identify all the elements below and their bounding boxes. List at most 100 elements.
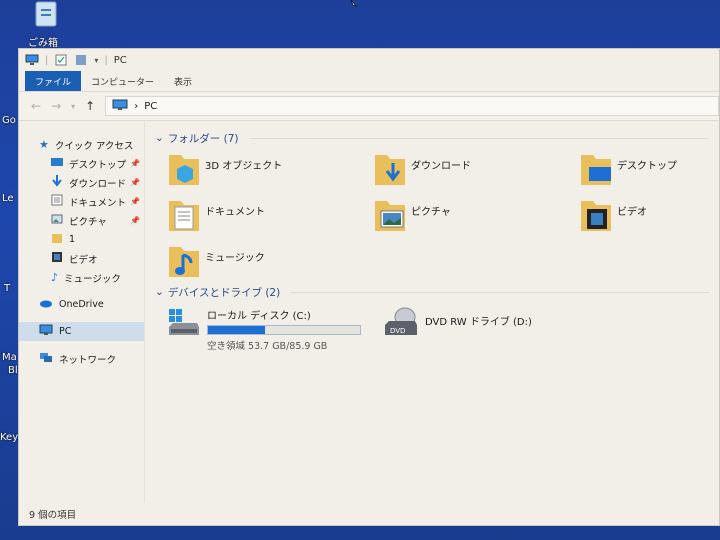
folders-grid: 3D オブジェクト ダウンロード デスクトップ ドキュメント ピクチャ ビデオ … bbox=[167, 151, 719, 281]
sidebar-item-label: クイック アクセス bbox=[54, 140, 134, 152]
folder-label: ドキュメント bbox=[205, 207, 265, 218]
folders-section-header[interactable]: ⌄ フォルダー (7) bbox=[155, 129, 719, 147]
tab-view[interactable]: 表示 bbox=[164, 71, 202, 91]
drives-grid: ローカル ディスク (C:) 空き領域 53.7 GB/85.9 GB DVD … bbox=[167, 307, 719, 352]
recent-locations-icon[interactable]: ▾ bbox=[71, 102, 75, 111]
pc-icon bbox=[112, 99, 128, 114]
sidebar-item-label: OneDrive bbox=[59, 299, 104, 310]
star-icon: ★ bbox=[39, 138, 49, 151]
pin-icon[interactable]: 📌 bbox=[130, 159, 140, 168]
chevron-down-icon: ⌄ bbox=[155, 132, 164, 144]
sidebar-item-onedrive[interactable]: OneDrive bbox=[19, 295, 144, 314]
up-arrow-icon[interactable]: ↑ bbox=[85, 99, 95, 113]
sidebar-item-label: 1 bbox=[69, 234, 76, 245]
folder-label: ビデオ bbox=[617, 207, 647, 218]
item-count: 9 個の項目 bbox=[29, 510, 77, 521]
sidebar-item-quick-access[interactable]: ★ クイック アクセス bbox=[19, 135, 144, 154]
navigation-pane: ★ クイック アクセス デスクトップ 📌 ダウンロード 📌 ドキュメント 📌 ピ… bbox=[19, 121, 145, 503]
drive-usage-bar bbox=[207, 325, 361, 335]
sidebar-item-label: ネットワーク bbox=[59, 354, 117, 366]
customize-quick-access-icon[interactable]: ▾ bbox=[94, 56, 98, 65]
folder-label: ピクチャ bbox=[411, 207, 451, 218]
sidebar-item-label: デスクトップ bbox=[69, 159, 127, 171]
back-arrow-icon[interactable]: ← bbox=[31, 99, 41, 113]
sidebar-item-network[interactable]: ネットワーク bbox=[19, 349, 144, 368]
folder-label: ミュージック bbox=[205, 253, 265, 264]
sidebar-item-label: ダウンロード bbox=[69, 178, 127, 190]
address-path[interactable]: › PC bbox=[105, 96, 719, 116]
dvd-drive-icon: DVD bbox=[383, 307, 419, 340]
sidebar-item-label: ピクチャ bbox=[69, 216, 107, 228]
section-title: フォルダー (7) bbox=[167, 132, 239, 145]
folder-3d-objects[interactable]: 3D オブジェクト bbox=[167, 151, 373, 189]
sidebar-item-music[interactable]: ♪ ミュージック bbox=[19, 268, 144, 287]
folder-videos[interactable]: ビデオ bbox=[579, 197, 719, 235]
desktop-label-fragment: T bbox=[4, 283, 11, 294]
recycle-bin-icon[interactable] bbox=[30, 0, 62, 30]
path-separator[interactable]: › bbox=[134, 101, 138, 112]
folder-icon bbox=[51, 232, 63, 247]
section-title: デバイスとドライブ (2) bbox=[167, 286, 281, 299]
separator: | bbox=[45, 54, 49, 66]
sidebar-item-label: PC bbox=[59, 326, 72, 337]
content-pane: ⌄ フォルダー (7) 3D オブジェクト ダウンロード デスクトップ ドキュメ… bbox=[145, 121, 719, 503]
folder-label: 3D オブジェクト bbox=[205, 161, 283, 172]
folder-label: デスクトップ bbox=[617, 161, 677, 172]
desktop-icon bbox=[51, 157, 63, 170]
sidebar-item-label: ミュージック bbox=[64, 273, 121, 285]
tab-file[interactable]: ファイル bbox=[25, 71, 82, 91]
tab-computer[interactable]: コンピューター bbox=[81, 71, 164, 91]
window-title: PC bbox=[113, 54, 127, 66]
videos-icon bbox=[51, 251, 63, 266]
explorer-window: | ▾ | PC ファイル コンピューター 表示 ← → ▾ ↑ › PC ★ bbox=[18, 48, 720, 526]
desktop-label-fragment: Ma bbox=[2, 352, 17, 363]
music-icon: ♪ bbox=[51, 271, 59, 284]
sidebar-item-downloads[interactable]: ダウンロード 📌 bbox=[19, 173, 144, 192]
drive-name: DVD RW ドライブ (D:) bbox=[425, 317, 532, 328]
folder-pictures[interactable]: ピクチャ bbox=[373, 197, 579, 235]
sidebar-item-label: ビデオ bbox=[69, 254, 98, 266]
drive-name: ローカル ディスク (C:) bbox=[207, 311, 311, 322]
windows-drive-icon bbox=[167, 307, 201, 340]
folder-label: ダウンロード bbox=[411, 161, 471, 172]
sidebar-item-documents[interactable]: ドキュメント 📌 bbox=[19, 192, 144, 211]
drive-dvd-d[interactable]: DVD DVD RW ドライブ (D:) bbox=[383, 307, 532, 352]
desktop-label-fragment: Bl bbox=[8, 365, 18, 376]
folder-downloads[interactable]: ダウンロード bbox=[373, 151, 579, 189]
music-folder-icon bbox=[167, 243, 201, 282]
drive-local-c[interactable]: ローカル ディスク (C:) 空き領域 53.7 GB/85.9 GB bbox=[167, 307, 361, 352]
folder-desktop[interactable]: デスクトップ bbox=[579, 151, 719, 189]
pin-icon[interactable]: 📌 bbox=[130, 178, 140, 187]
path-segment[interactable]: PC bbox=[144, 101, 157, 112]
folder-documents[interactable]: ドキュメント bbox=[167, 197, 373, 235]
desktop-folder-icon bbox=[579, 151, 613, 190]
download-icon bbox=[51, 175, 63, 190]
sidebar-item-videos[interactable]: ビデオ bbox=[19, 249, 144, 268]
svg-text:DVD: DVD bbox=[390, 327, 405, 335]
recycle-bin-label: ごみ箱 bbox=[28, 38, 58, 49]
sidebar-item-pictures[interactable]: ピクチャ 📌 bbox=[19, 211, 144, 230]
folder-music[interactable]: ミュージック bbox=[167, 243, 373, 281]
ribbon-tabs: ファイル コンピューター 表示 bbox=[19, 71, 719, 91]
pc-icon bbox=[39, 324, 53, 339]
pc-icon bbox=[25, 54, 39, 66]
status-bar: 9 個の項目 bbox=[19, 503, 719, 525]
pin-icon[interactable]: 📌 bbox=[130, 216, 140, 225]
sidebar-item-pc[interactable]: PC bbox=[19, 322, 144, 341]
forward-arrow-icon[interactable]: → bbox=[51, 99, 61, 113]
3d-objects-folder-icon bbox=[167, 151, 201, 190]
sidebar-item-label: ドキュメント bbox=[69, 197, 127, 209]
new-folder-icon[interactable] bbox=[74, 54, 88, 66]
pin-icon[interactable]: 📌 bbox=[130, 197, 140, 206]
sidebar-item-folder-1[interactable]: 1 bbox=[19, 230, 144, 249]
title-bar: | ▾ | PC bbox=[19, 49, 719, 71]
desktop-label-fragment: Le bbox=[2, 193, 14, 204]
network-icon bbox=[39, 351, 53, 366]
cloud-icon bbox=[39, 298, 53, 311]
sidebar-item-desktop[interactable]: デスクトップ 📌 bbox=[19, 154, 144, 173]
address-bar: ← → ▾ ↑ › PC bbox=[19, 91, 719, 121]
separator: | bbox=[104, 54, 108, 66]
drives-section-header[interactable]: ⌄ デバイスとドライブ (2) bbox=[155, 283, 719, 301]
properties-icon[interactable] bbox=[54, 54, 68, 66]
pictures-icon bbox=[51, 213, 63, 228]
